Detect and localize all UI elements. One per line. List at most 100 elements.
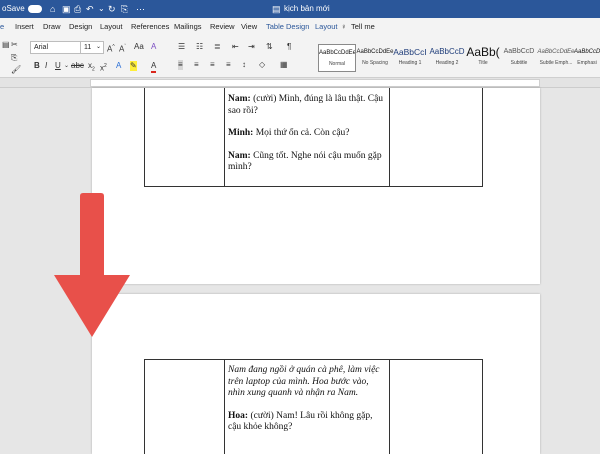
grow-font-icon[interactable]: A^ (107, 42, 115, 55)
more-icon[interactable]: ⋯ (136, 3, 145, 15)
font-size-select[interactable]: 11 ⌄ (80, 41, 104, 54)
borders-icon[interactable]: ▦ (280, 60, 288, 70)
print-preview-icon[interactable]: ⎘ (121, 3, 128, 15)
dialogue-line: Nam: Cũng tốt. Nghe nói cậu muốn gặp mìn… (228, 151, 386, 174)
tab-layout[interactable]: Layout (100, 21, 123, 33)
multilevel-list-icon[interactable]: ≣ (214, 42, 221, 52)
style-preview: AaBbCcD (503, 48, 535, 55)
style-name: Emphasi (577, 60, 597, 66)
dialogue-cell[interactable]: Nam đang ngồi ở quán cà phê, làm việc tr… (228, 365, 386, 445)
style-heading-2[interactable]: AaBbCcD Heading 2 (428, 44, 466, 72)
undo-icon[interactable]: ↶ (86, 3, 94, 15)
text-effects-icon[interactable]: A (116, 61, 121, 71)
superscript-icon[interactable]: x2 (100, 61, 107, 74)
autosave-toggle[interactable] (28, 5, 42, 13)
decrease-indent-icon[interactable]: ⇤ (232, 42, 239, 52)
document-page-1[interactable]: Nam: (cười) Mình, đúng là lâu thật. Cậu … (92, 88, 540, 284)
tell-me-icon[interactable]: ♀ (341, 21, 347, 33)
table-border (482, 88, 483, 186)
autosave-label: oSave (2, 4, 25, 13)
tab-home[interactable]: e (0, 21, 4, 33)
tab-mailings[interactable]: Mailings (174, 21, 202, 33)
style-heading-1[interactable]: AaBbCcI Heading 1 (391, 44, 429, 72)
tab-references[interactable]: References (131, 21, 169, 33)
style-preview: AaBbCcI (393, 47, 427, 57)
align-right-icon[interactable]: ≡ (210, 60, 215, 70)
format-painter-icon[interactable]: 🖌 (11, 65, 21, 75)
tab-draw[interactable]: Draw (43, 21, 61, 33)
change-case-icon[interactable]: Aa (134, 42, 144, 52)
style-title[interactable]: AaBb( Title (464, 44, 502, 72)
cut-icon[interactable]: ✂ (11, 40, 18, 50)
increase-indent-icon[interactable]: ⇥ (248, 42, 255, 52)
ruler-track (90, 79, 540, 87)
style-name: Subtitle (510, 60, 528, 66)
redo-icon[interactable]: ↻ (108, 3, 116, 15)
bullets-icon[interactable]: ☰ (178, 42, 185, 52)
show-formatting-icon[interactable]: ¶ (287, 42, 291, 52)
sort-icon[interactable]: ⇅ (266, 42, 273, 52)
dialogue-text: (cười) Mình, đúng là lâu thật. Cậu sao r… (228, 94, 384, 116)
undo-dropdown-icon[interactable]: ⌄ (98, 3, 105, 15)
dialogue-text: Cũng tốt. Nghe nói cậu muốn gặp mình? (228, 150, 382, 173)
ribbon-tabs: e Insert Draw Design Layout References M… (0, 18, 600, 35)
justify-icon[interactable]: ≡ (226, 60, 231, 70)
table-border (389, 88, 390, 186)
table-border (482, 359, 483, 454)
speaker-name: Minh: (228, 128, 254, 138)
tab-table-design[interactable]: Table Design (266, 21, 309, 33)
paste-icon[interactable]: ▤ (2, 40, 10, 50)
style-subtitle[interactable]: AaBbCcD Subtitle (500, 44, 538, 72)
dialogue-text: (cười) Nam! Lâu rồi không gặp, cậu khỏe … (228, 410, 373, 433)
copy-icon[interactable]: ⎘ (11, 53, 17, 63)
speaker-name: Hoa: (228, 410, 249, 421)
save-icon[interactable]: ▣ (62, 3, 71, 15)
chevron-down-icon[interactable]: ⌄ (64, 61, 69, 71)
style-emphasis[interactable]: AaBbCcD Emphasi (574, 44, 600, 72)
home-icon[interactable]: ⌂ (50, 3, 55, 15)
table-border (144, 359, 145, 454)
subscript-icon[interactable]: x2 (88, 61, 95, 75)
highlight-icon[interactable]: ✎ (130, 61, 137, 71)
dialogue-line: Nam: (cười) Mình, đúng là lâu thật. Cậu … (228, 94, 386, 117)
style-name: Subtle Emph... (539, 60, 573, 66)
italic-icon[interactable]: I (45, 61, 47, 71)
tab-view[interactable]: View (241, 21, 257, 33)
strikethrough-icon[interactable]: abc (71, 61, 84, 71)
style-normal[interactable]: AaBbCcDdEe Normal (318, 44, 356, 72)
document-title: kịch bản mới (284, 4, 330, 13)
shading-icon[interactable]: ◇ (259, 60, 265, 70)
chevron-down-icon: ⌄ (95, 44, 101, 50)
table-border (144, 186, 483, 187)
style-subtle-emphasis[interactable]: AaBbCcDdEe Subtle Emph... (537, 44, 575, 72)
narration-line: Nam đang ngồi ở quán cà phê, làm việc tr… (228, 365, 386, 400)
numbering-icon[interactable]: ☷ (196, 42, 203, 52)
title-bar: oSave ⌂ ▣ ⎙ ↶ ⌄ ↻ ⎘ ⋯ ▤ kịch bản mới (0, 0, 600, 18)
tab-design[interactable]: Design (69, 21, 92, 33)
table-border (144, 359, 483, 360)
dialogue-cell[interactable]: Nam: (cười) Mình, đúng là lâu thật. Cậu … (228, 94, 386, 185)
align-center-icon[interactable]: ≡ (194, 60, 199, 70)
style-preview: AaBbCcD (429, 47, 465, 56)
underline-icon[interactable]: U (55, 61, 61, 71)
horizontal-ruler[interactable] (0, 78, 600, 88)
print-icon[interactable]: ⎙ (74, 3, 81, 15)
document-icon: ▤ (272, 4, 281, 14)
dialogue-text: Mọi thứ ổn cả. Còn cậu? (255, 128, 350, 138)
clear-formatting-icon[interactable]: A (151, 42, 156, 52)
tab-table-layout[interactable]: Layout (315, 21, 338, 33)
tab-insert[interactable]: Insert (15, 21, 34, 33)
line-spacing-icon[interactable]: ↕ (242, 60, 246, 70)
document-page-2[interactable]: Nam đang ngồi ở quán cà phê, làm việc tr… (92, 294, 540, 454)
shrink-font-icon[interactable]: Aˇ (119, 42, 126, 55)
tab-review[interactable]: Review (210, 21, 235, 33)
font-color-icon[interactable]: A (151, 61, 157, 73)
style-preview: AaBbCcD (574, 49, 600, 55)
table-border (224, 88, 225, 186)
style-no-spacing[interactable]: AaBbCcDdEe No Spacing (356, 44, 394, 72)
font-size-value: 11 (84, 44, 92, 51)
bold-icon[interactable]: B (34, 61, 40, 71)
tab-tell-me[interactable]: Tell me (351, 21, 375, 33)
narration-text: Nam đang ngồi ở quán cà phê, làm việc tr… (228, 365, 380, 398)
align-left-icon[interactable]: ≡ (178, 60, 183, 70)
